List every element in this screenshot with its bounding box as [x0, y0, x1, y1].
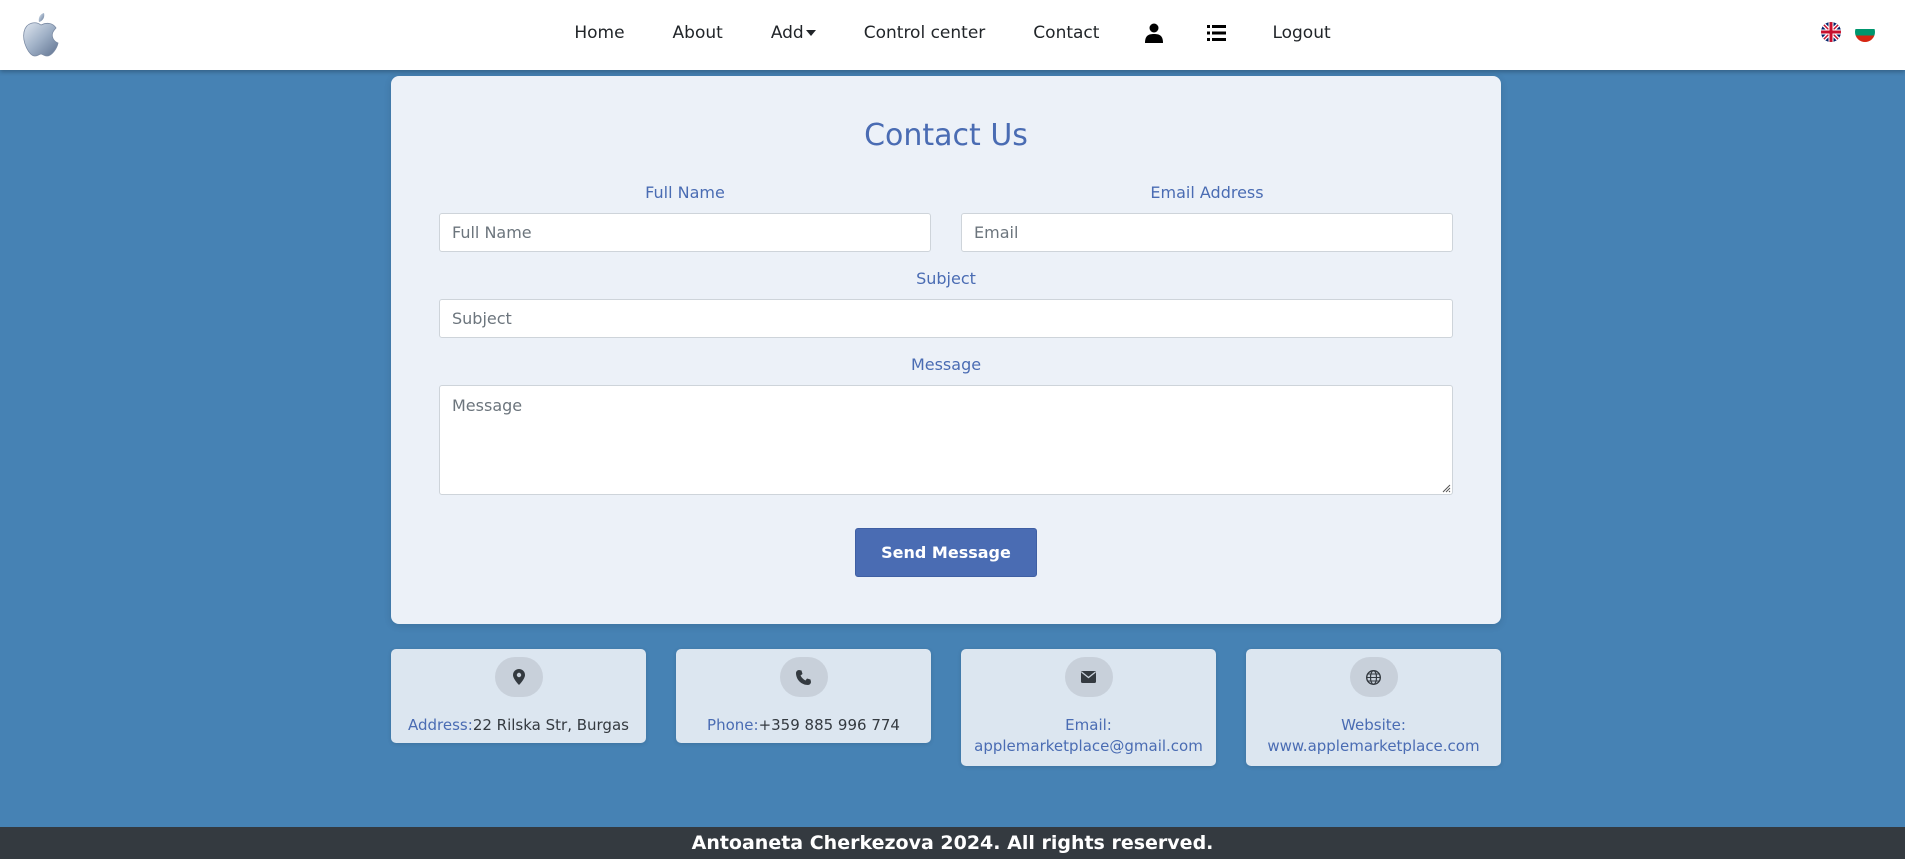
- full-name-label: Full Name: [645, 183, 725, 202]
- send-message-button[interactable]: Send Message: [855, 528, 1037, 577]
- email-text: Email: applemarketplace@gmail.com: [961, 715, 1216, 757]
- nav-contact-label: Contact: [1033, 22, 1100, 43]
- email-address-label: Email Address: [1150, 183, 1264, 202]
- email-link[interactable]: applemarketplace@gmail.com: [974, 737, 1203, 755]
- nav-home-label: Home: [574, 22, 625, 43]
- message-field-wrapper: [439, 385, 1453, 495]
- navbar: Home About Add Control center Contact Lo…: [0, 0, 1905, 70]
- email-key: Email:: [1065, 716, 1112, 734]
- nav-logout[interactable]: Logout: [1272, 23, 1330, 43]
- address-text: Address:22 Rilska Str, Burgas: [391, 715, 646, 736]
- nav-add-dropdown[interactable]: Add: [771, 23, 816, 43]
- phone-value: +359 885 996 774: [758, 716, 900, 734]
- phone-icon: [779, 657, 828, 697]
- address-card: Address:22 Rilska Str, Burgas: [391, 649, 646, 743]
- nav-control-center-label: Control center: [863, 22, 986, 43]
- footer-copyright: Antoaneta Cherkezova 2024. All rights re…: [691, 832, 1214, 854]
- contact-form-card: Contact Us Full Name Email Address Subje…: [391, 76, 1501, 624]
- envelope-icon: [1064, 657, 1113, 697]
- message-label: Message: [910, 355, 982, 374]
- subject-label: Subject: [916, 269, 976, 288]
- nav-add-label: Add: [770, 22, 804, 43]
- full-name-input[interactable]: [439, 213, 931, 252]
- footer: Antoaneta Cherkezova 2024. All rights re…: [0, 827, 1905, 859]
- nav-control-center[interactable]: Control center: [864, 23, 986, 43]
- nav-logout-label: Logout: [1272, 22, 1331, 43]
- subject-input[interactable]: [439, 299, 1453, 338]
- website-card: Website: www.applemarketplace.com: [1246, 649, 1501, 766]
- email-card: Email: applemarketplace@gmail.com: [961, 649, 1216, 766]
- nav-about-label: About: [672, 22, 723, 43]
- nav-about[interactable]: About: [673, 23, 723, 43]
- map-pin-icon: [494, 657, 543, 697]
- globe-icon: [1349, 657, 1398, 697]
- email-input[interactable]: [961, 213, 1453, 252]
- list-icon[interactable]: [1207, 24, 1227, 41]
- website-link[interactable]: www.applemarketplace.com: [1267, 737, 1479, 755]
- caret-down-icon: [805, 29, 816, 36]
- website-text: Website: www.applemarketplace.com: [1246, 715, 1501, 757]
- nav-contact[interactable]: Contact: [1033, 23, 1099, 43]
- uk-flag-icon[interactable]: [1821, 22, 1841, 42]
- resize-handle-icon[interactable]: [1442, 484, 1451, 493]
- nav-home[interactable]: Home: [574, 23, 624, 43]
- website-key: Website:: [1341, 716, 1406, 734]
- phone-card: Phone:+359 885 996 774: [676, 649, 931, 743]
- user-icon[interactable]: [1145, 23, 1164, 43]
- bulgaria-flag-icon[interactable]: [1855, 22, 1875, 42]
- address-key: Address:: [408, 716, 473, 734]
- message-textarea[interactable]: [439, 385, 1453, 495]
- address-value: 22 Rilska Str, Burgas: [472, 716, 629, 734]
- page-title: Contact Us: [864, 118, 1028, 153]
- phone-text: Phone:+359 885 996 774: [676, 715, 931, 736]
- phone-key: Phone:: [707, 716, 759, 734]
